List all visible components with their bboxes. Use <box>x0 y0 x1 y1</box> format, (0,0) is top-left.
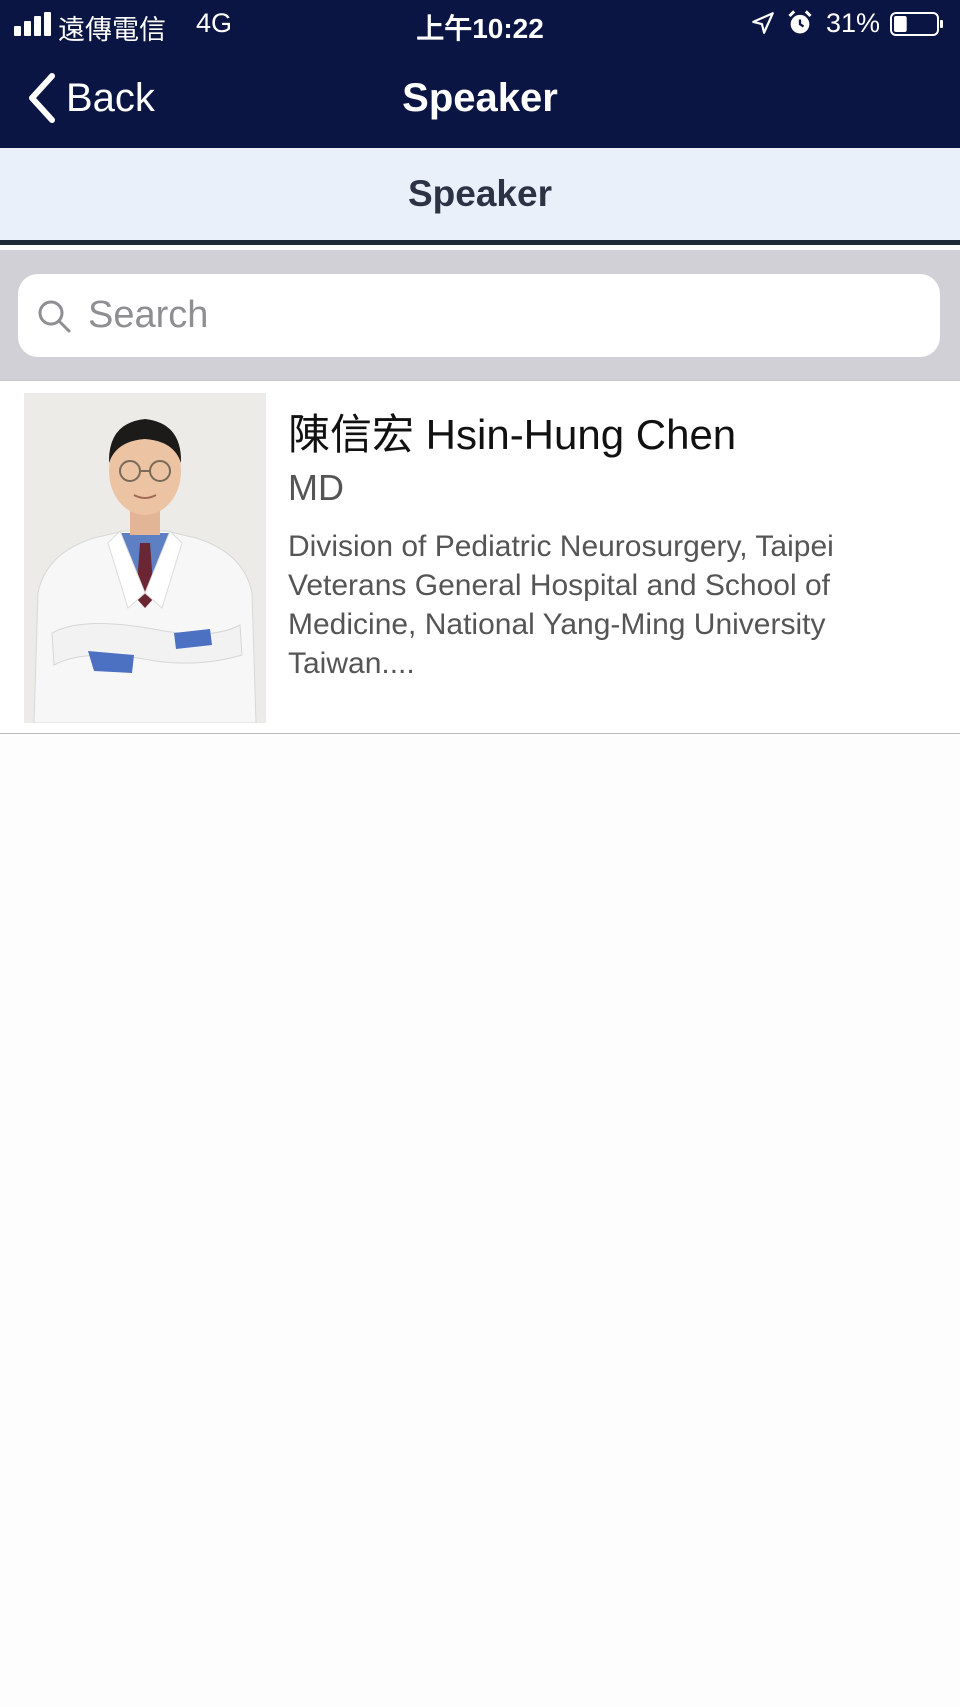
speaker-title: MD <box>288 467 344 508</box>
battery-icon <box>890 12 943 36</box>
search-bar-container <box>0 250 960 380</box>
top-bar: 遠傳電信 4G 上午10:22 31% Back Speaker <box>0 0 960 148</box>
speaker-list-item[interactable]: 陳信宏 Hsin-Hung Chen MD Division of Pediat… <box>0 381 960 733</box>
status-bar: 遠傳電信 4G 上午10:22 31% <box>0 0 960 48</box>
section-title: Speaker <box>408 173 552 214</box>
status-time: 上午10:22 <box>416 13 544 44</box>
alarm-icon <box>788 10 812 34</box>
list-divider <box>0 733 960 734</box>
search-input[interactable] <box>86 293 910 338</box>
location-icon <box>752 12 774 34</box>
search-box[interactable] <box>18 274 940 357</box>
speaker-name: 陳信宏 Hsin-Hung Chen <box>288 411 737 458</box>
search-icon <box>38 300 71 332</box>
speaker-photo <box>24 393 266 723</box>
header-divider <box>0 240 960 245</box>
battery-percent: 31% <box>826 8 881 38</box>
page-title: Speaker <box>402 76 558 120</box>
navigation-bar: Back Speaker <box>0 48 960 148</box>
section-header: Speaker <box>0 148 960 240</box>
speaker-affiliation: Division of Pediatric Neurosurgery, Taip… <box>288 530 834 680</box>
